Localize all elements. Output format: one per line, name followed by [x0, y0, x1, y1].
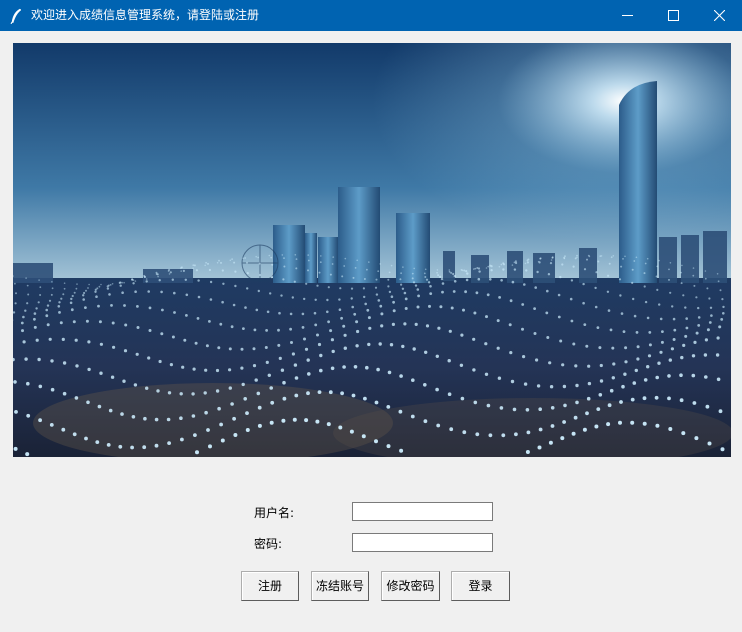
password-input[interactable] — [352, 533, 493, 552]
username-input[interactable] — [352, 502, 493, 521]
maximize-button[interactable] — [650, 0, 696, 31]
window-title: 欢迎进入成绩信息管理系统，请登陆或注册 — [31, 8, 260, 22]
freeze-account-button[interactable]: 冻结账号 — [311, 571, 369, 601]
minimize-icon — [621, 10, 633, 21]
close-icon — [713, 10, 725, 21]
title-bar[interactable]: 欢迎进入成绩信息管理系统，请登陆或注册 — [0, 0, 742, 31]
register-button[interactable]: 注册 — [241, 571, 299, 601]
close-button[interactable] — [696, 0, 742, 31]
username-label: 用户名: — [254, 506, 295, 520]
feather-icon — [10, 8, 22, 25]
city-banner-image — [13, 43, 731, 457]
password-label: 密码: — [254, 537, 283, 551]
change-password-button[interactable]: 修改密码 — [381, 571, 440, 601]
app-window: 欢迎进入成绩信息管理系统，请登陆或注册 用户名: 密码: 注册 冻结账号 修改密… — [0, 0, 742, 632]
login-button[interactable]: 登录 — [451, 571, 510, 601]
maximize-icon — [667, 10, 679, 21]
minimize-button[interactable] — [604, 0, 650, 31]
